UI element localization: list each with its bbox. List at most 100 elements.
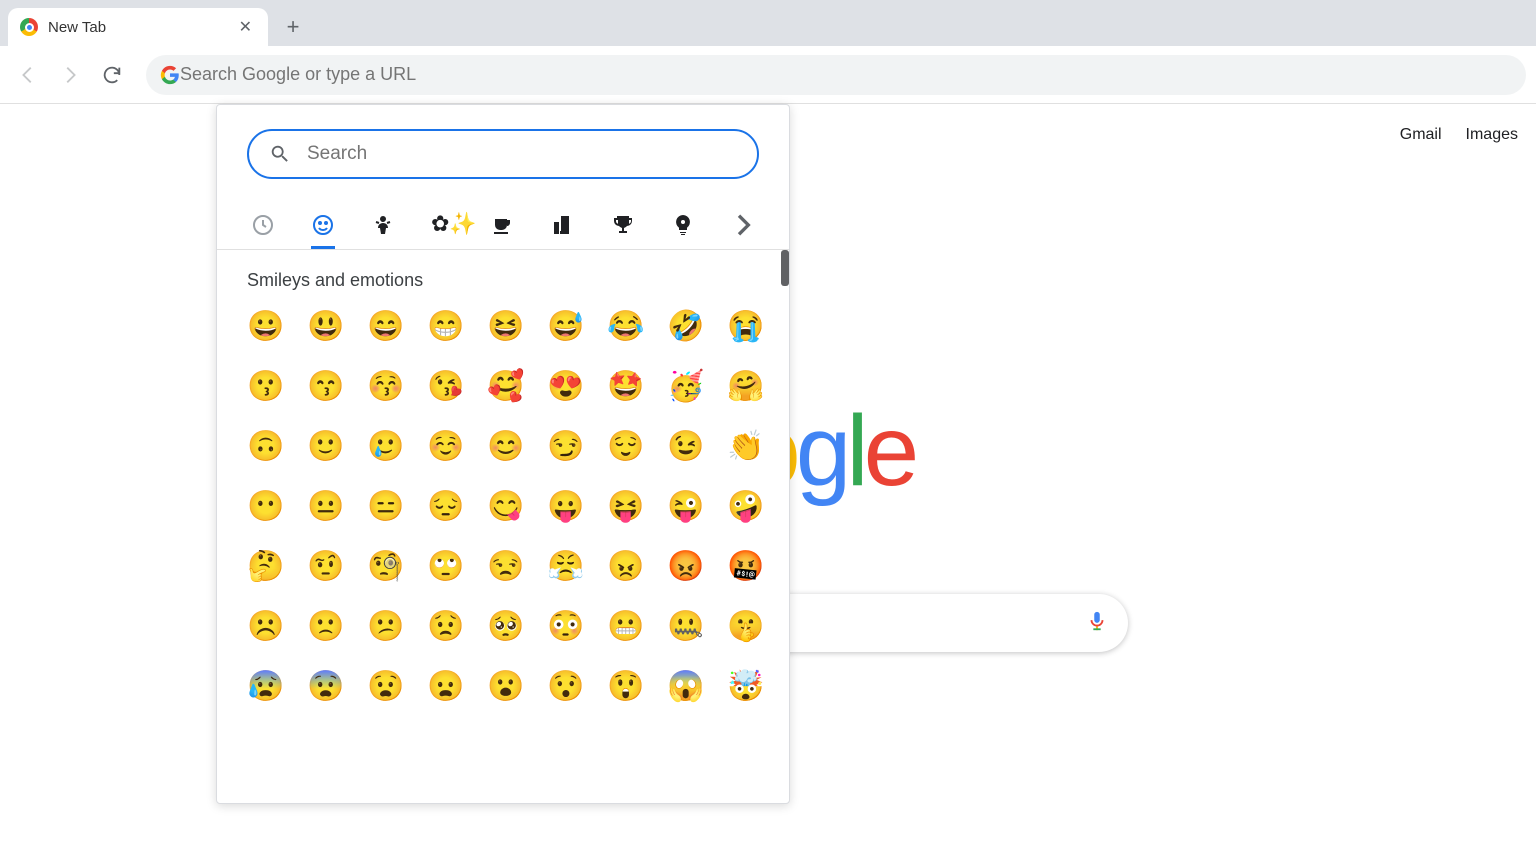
emoji-item[interactable]: ☹️ bbox=[247, 609, 283, 645]
emoji-item[interactable]: 😅 bbox=[547, 309, 583, 345]
emoji-item[interactable]: 🤩 bbox=[607, 369, 643, 405]
emoji-item[interactable]: 🤣 bbox=[667, 309, 703, 345]
emoji-item[interactable]: 🙁 bbox=[307, 609, 343, 645]
emoji-item[interactable]: 🤔 bbox=[247, 549, 283, 585]
tab-travel[interactable] bbox=[547, 201, 579, 249]
tab-food[interactable] bbox=[487, 201, 519, 249]
emoji-item[interactable]: 😀 bbox=[247, 309, 283, 345]
emoji-item[interactable]: 😭 bbox=[727, 309, 763, 345]
emoji-item[interactable]: 😁 bbox=[427, 309, 463, 345]
emoji-item[interactable]: 😠 bbox=[607, 549, 643, 585]
emoji-item[interactable]: 😯 bbox=[547, 669, 583, 705]
emoji-item[interactable]: 🤬 bbox=[727, 549, 763, 585]
browser-tab[interactable]: New Tab ✕ bbox=[8, 8, 268, 46]
picker-category-tabs: ✿✨ bbox=[217, 191, 789, 250]
emoji-item[interactable]: 😍 bbox=[547, 369, 583, 405]
emoji-item[interactable]: 🥳 bbox=[667, 369, 703, 405]
emoji-item[interactable]: 😮 bbox=[487, 669, 523, 705]
emoji-item[interactable]: 😗 bbox=[247, 369, 283, 405]
tab-people[interactable] bbox=[367, 201, 399, 249]
address-bar[interactable] bbox=[146, 55, 1526, 95]
emoji-item[interactable]: 😟 bbox=[427, 609, 463, 645]
emoji-item[interactable]: 👏 bbox=[727, 429, 763, 465]
emoji-item[interactable]: 😳 bbox=[547, 609, 583, 645]
emoji-item[interactable]: 🤪 bbox=[727, 489, 763, 525]
emoji-item[interactable]: 😚 bbox=[367, 369, 403, 405]
emoji-item[interactable]: 😲 bbox=[607, 669, 643, 705]
address-input[interactable] bbox=[180, 64, 1512, 85]
emoji-item[interactable]: 🧐 bbox=[367, 549, 403, 585]
emoji-item[interactable]: 🤯 bbox=[727, 669, 763, 705]
emoji-item[interactable]: 😰 bbox=[247, 669, 283, 705]
new-tab-button[interactable]: + bbox=[278, 12, 308, 42]
emoji-item[interactable]: 😌 bbox=[607, 429, 643, 465]
emoji-item[interactable]: 😘 bbox=[427, 369, 463, 405]
emoji-item[interactable]: 😡 bbox=[667, 549, 703, 585]
scrollbar-thumb[interactable] bbox=[781, 250, 789, 286]
emoji-item[interactable]: 😛 bbox=[547, 489, 583, 525]
emoji-item[interactable]: 😑 bbox=[367, 489, 403, 525]
emoji-item[interactable]: 😝 bbox=[607, 489, 643, 525]
emoji-item[interactable]: 🙂 bbox=[307, 429, 343, 465]
search-icon bbox=[269, 143, 291, 165]
emoji-item[interactable]: 😆 bbox=[487, 309, 523, 345]
emoji-item[interactable]: 😔 bbox=[427, 489, 463, 525]
tabs-more-button[interactable] bbox=[727, 201, 759, 249]
tab-smileys[interactable] bbox=[307, 201, 339, 249]
emoji-item[interactable]: 😜 bbox=[667, 489, 703, 525]
picker-search-input[interactable] bbox=[307, 143, 737, 165]
emoji-item[interactable]: 😒 bbox=[487, 549, 523, 585]
images-link[interactable]: Images bbox=[1466, 126, 1518, 144]
emoji-item[interactable]: 😱 bbox=[667, 669, 703, 705]
emoji-item[interactable]: 😃 bbox=[307, 309, 343, 345]
voice-search-button[interactable] bbox=[1086, 610, 1108, 637]
flower-icon: ✿✨ bbox=[431, 213, 455, 237]
picker-body[interactable]: Smileys and emotions 😀😃😄😁😆😅😂🤣😭😗😙😚😘🥰😍🤩🥳🤗🙃… bbox=[217, 250, 789, 803]
browser-toolbar bbox=[0, 46, 1536, 104]
forward-button[interactable] bbox=[52, 57, 88, 93]
google-g-icon bbox=[160, 65, 180, 85]
tab-activities[interactable] bbox=[607, 201, 639, 249]
emoji-item[interactable]: 😧 bbox=[367, 669, 403, 705]
reload-button[interactable] bbox=[94, 57, 130, 93]
emoji-item[interactable]: 😨 bbox=[307, 669, 343, 705]
emoji-item[interactable]: 😤 bbox=[547, 549, 583, 585]
emoji-item[interactable]: 🙄 bbox=[427, 549, 463, 585]
back-button[interactable] bbox=[10, 57, 46, 93]
emoji-item[interactable]: 😂 bbox=[607, 309, 643, 345]
tab-animals[interactable]: ✿✨ bbox=[427, 201, 459, 249]
logo-letter: e bbox=[864, 394, 915, 509]
emoji-item[interactable]: 🙃 bbox=[247, 429, 283, 465]
emoji-item[interactable]: 😬 bbox=[607, 609, 643, 645]
emoji-item[interactable]: 🥺 bbox=[487, 609, 523, 645]
emoji-item[interactable]: 🤗 bbox=[727, 369, 763, 405]
tab-close-button[interactable]: ✕ bbox=[235, 13, 256, 41]
tab-objects[interactable] bbox=[667, 201, 699, 249]
emoji-item[interactable]: ☺️ bbox=[427, 429, 463, 465]
chrome-icon bbox=[20, 18, 38, 36]
emoji-item[interactable]: 😶 bbox=[247, 489, 283, 525]
tab-recent[interactable] bbox=[247, 201, 279, 249]
arrow-left-icon bbox=[17, 64, 39, 86]
emoji-item[interactable]: 😙 bbox=[307, 369, 343, 405]
picker-search-box[interactable] bbox=[247, 129, 759, 179]
emoji-item[interactable]: 😐 bbox=[307, 489, 343, 525]
logo-letter: g bbox=[796, 394, 847, 509]
emoji-item[interactable]: 😄 bbox=[367, 309, 403, 345]
emoji-item[interactable]: 😉 bbox=[667, 429, 703, 465]
tab-title: New Tab bbox=[48, 19, 235, 36]
emoji-item[interactable]: 😋 bbox=[487, 489, 523, 525]
gmail-link[interactable]: Gmail bbox=[1400, 126, 1442, 144]
emoji-item[interactable]: 😏 bbox=[547, 429, 583, 465]
emoji-picker: ✿✨ Smileys and emotions 😀😃😄😁😆😅😂🤣😭😗😙😚 bbox=[216, 104, 790, 804]
top-links: Gmail Images bbox=[1400, 126, 1518, 144]
emoji-item[interactable]: 😦 bbox=[427, 669, 463, 705]
emoji-item[interactable]: 😕 bbox=[367, 609, 403, 645]
emoji-item[interactable]: 🤐 bbox=[667, 609, 703, 645]
emoji-item[interactable]: 🤨 bbox=[307, 549, 343, 585]
emoji-item[interactable]: 🤫 bbox=[727, 609, 763, 645]
page-content: Gmail Images G o o g l e bbox=[0, 104, 1536, 864]
emoji-item[interactable]: 😊 bbox=[487, 429, 523, 465]
emoji-item[interactable]: 🥲 bbox=[367, 429, 403, 465]
emoji-item[interactable]: 🥰 bbox=[487, 369, 523, 405]
